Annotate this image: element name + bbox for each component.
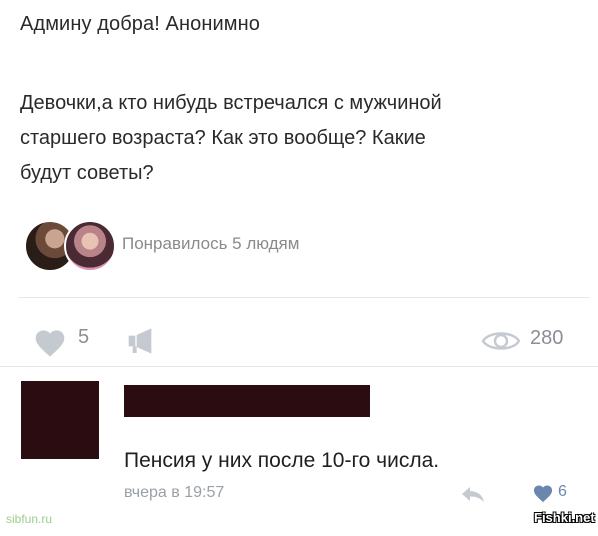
- watermark-fishki: Fishki.net: [534, 510, 595, 525]
- likes-count[interactable]: 5: [78, 326, 89, 349]
- section-divider: [0, 366, 598, 367]
- views-count: 280: [530, 327, 564, 349]
- comment-likes-count[interactable]: 6: [558, 483, 567, 501]
- heart-icon[interactable]: [33, 328, 67, 358]
- avatar[interactable]: [64, 220, 116, 272]
- post-text-line: старшего возраста? Как это вообще? Какие: [20, 127, 426, 149]
- post-card: Админу добра! Анонимно Девочки,а кто ниб…: [0, 0, 598, 362]
- post-text-line: Девочки,а кто нибудь встречался с мужчин…: [20, 92, 442, 114]
- likers-row[interactable]: Понравилось 5 людям: [24, 214, 299, 274]
- post-actions-bar: 5 280: [0, 318, 598, 358]
- post-header: Админу добра! Анонимно: [20, 13, 260, 35]
- heart-icon[interactable]: [532, 484, 554, 503]
- megaphone-icon[interactable]: [126, 326, 158, 356]
- post-text: Девочки,а кто нибудь встречался с мужчин…: [20, 86, 580, 191]
- post-text-line: будут советы?: [20, 162, 154, 184]
- likers-text[interactable]: Понравилось 5 людям: [122, 234, 299, 254]
- reply-arrow-icon[interactable]: [460, 484, 486, 504]
- divider: [18, 297, 590, 298]
- comment-timestamp: вчера в 19:57: [124, 484, 225, 501]
- comment-avatar-redacted[interactable]: [21, 381, 99, 459]
- eye-icon: [481, 332, 521, 350]
- comment-author-redacted[interactable]: [124, 385, 370, 417]
- comment-text: Пенсия у них после 10-го числа.: [124, 449, 440, 472]
- liker-avatars[interactable]: [24, 214, 116, 274]
- watermark-sibfun: sibfun.ru: [6, 512, 53, 526]
